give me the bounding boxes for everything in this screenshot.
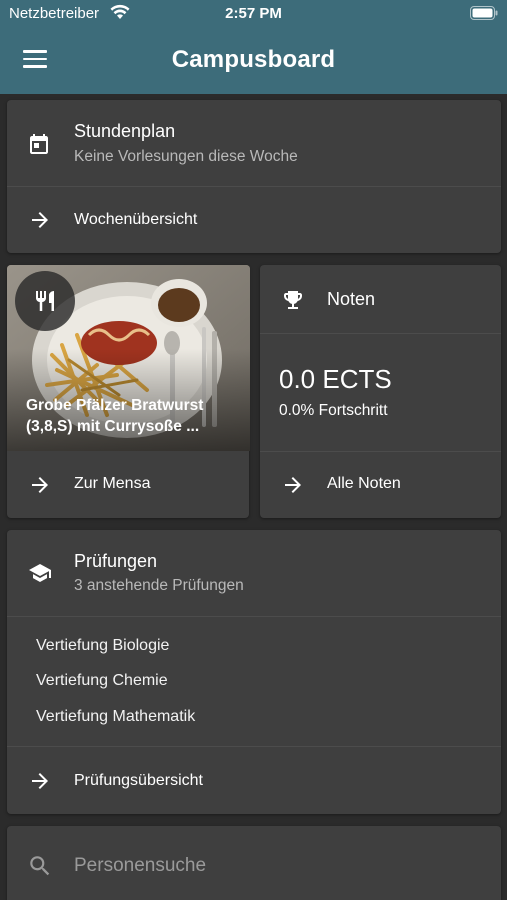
arrow-right-icon [32, 773, 48, 789]
ects-value: 0.0 ECTS [279, 364, 392, 394]
pruefungsuebersicht-label: Prüfungsübersicht [74, 772, 203, 789]
restaurant-icon [15, 271, 75, 331]
search-icon [30, 856, 50, 876]
pruefungen-title: Prüfungen [74, 551, 158, 571]
list-item[interactable]: Vertiefung Chemie [36, 672, 168, 690]
alle-noten-action[interactable]: Alle Noten [260, 452, 501, 518]
battery-icon [470, 6, 498, 20]
pruefungsuebersicht-action[interactable]: Prüfungsübersicht [7, 747, 501, 814]
zur-mensa-action[interactable]: Zur Mensa [7, 452, 249, 518]
calendar-icon [30, 134, 48, 154]
noten-card[interactable]: Noten 0.0 ECTS 0.0% Fortschritt Alle Not… [260, 265, 501, 518]
wochenuebersicht-action[interactable]: Wochenübersicht [7, 187, 501, 253]
noten-title: Noten [327, 289, 376, 309]
list-item[interactable]: Vertiefung Mathematik [36, 708, 195, 726]
app-bar: Netzbetreiber 2:57 PM Campusboard [0, 0, 507, 94]
pruefungen-card[interactable]: Prüfungen 3 anstehende Prüfungen Vertief… [7, 530, 501, 814]
personensuche-card[interactable]: Personensuche [7, 826, 501, 900]
wochenuebersicht-label: Wochenübersicht [74, 211, 198, 228]
zur-mensa-label: Zur Mensa [74, 475, 151, 492]
search-input[interactable]: Personensuche [74, 855, 206, 877]
list-item[interactable]: Vertiefung Biologie [36, 637, 169, 655]
dish-line-1: Grobe Pfälzer Bratwurst [26, 397, 204, 414]
divider [260, 333, 501, 334]
trophy-icon [284, 291, 302, 309]
dish-name: Grobe Pfälzer Bratwurst (3,8,S) mit Curr… [26, 395, 241, 437]
status-bar: Netzbetreiber 2:57 PM [0, 0, 507, 28]
clock: 2:57 PM [225, 5, 282, 22]
progress-text: 0.0% Fortschritt [279, 402, 388, 419]
arrow-right-icon [32, 212, 48, 228]
mensa-card[interactable]: Grobe Pfälzer Bratwurst (3,8,S) mit Curr… [7, 265, 250, 518]
school-icon [29, 564, 51, 582]
app-title: Campusboard [171, 46, 336, 73]
alle-noten-label: Alle Noten [327, 475, 401, 492]
pruefungen-subtitle: 3 anstehende Prüfungen [74, 577, 244, 594]
dish-line-2: (3,8,S) mit Currysoße ... [26, 418, 200, 435]
divider [7, 616, 501, 617]
arrow-right-icon [285, 477, 301, 493]
stundenplan-card[interactable]: Stundenplan Keine Vorlesungen diese Woch… [7, 100, 501, 253]
stundenplan-subtitle: Keine Vorlesungen diese Woche [74, 148, 298, 165]
stundenplan-title: Stundenplan [74, 121, 176, 141]
arrow-right-icon [32, 477, 48, 493]
